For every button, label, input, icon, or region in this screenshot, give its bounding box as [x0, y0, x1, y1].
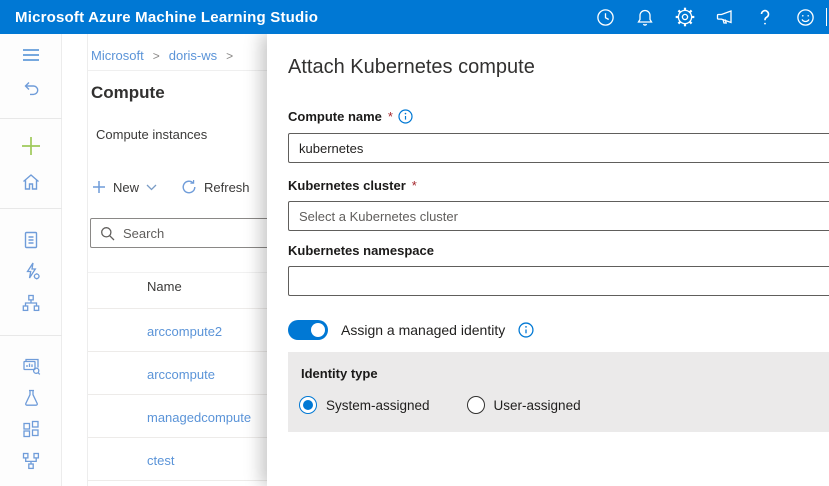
- required-asterisk: *: [412, 178, 417, 193]
- clock-icon[interactable]: [585, 0, 625, 34]
- topbar-icon-group: [585, 0, 827, 34]
- feedback-megaphone-icon[interactable]: [705, 0, 745, 34]
- required-asterisk: *: [388, 109, 393, 124]
- chevron-down-icon: [146, 184, 157, 191]
- info-icon[interactable]: [398, 109, 413, 124]
- breadcrumb: Microsoft > doris-ws >: [91, 48, 233, 63]
- home-icon[interactable]: [0, 167, 62, 195]
- automated-ml-icon[interactable]: [0, 257, 62, 285]
- kubernetes-namespace-input[interactable]: [288, 266, 829, 296]
- attach-kubernetes-compute-panel: Attach Kubernetes compute Compute name* …: [267, 34, 829, 486]
- notebooks-icon[interactable]: [0, 226, 62, 254]
- kubernetes-cluster-label-text: Kubernetes cluster: [288, 178, 406, 193]
- page-title: Compute: [91, 83, 165, 103]
- cluster-select-placeholder: Select a Kubernetes cluster: [299, 209, 458, 224]
- compute-row-link[interactable]: arccompute: [147, 367, 215, 382]
- rail-divider: [0, 335, 62, 336]
- table-header-name: Name: [147, 279, 182, 294]
- settings-gear-icon[interactable]: [665, 0, 705, 34]
- hamburger-menu-icon[interactable]: [0, 41, 62, 69]
- new-plus-icon[interactable]: [0, 132, 62, 160]
- compute-row-link[interactable]: arccompute2: [147, 324, 222, 339]
- undo-back-icon[interactable]: [0, 74, 62, 102]
- topbar-divider: [826, 8, 827, 26]
- kubernetes-cluster-label: Kubernetes cluster *: [288, 178, 417, 193]
- panel-title: Attach Kubernetes compute: [288, 56, 535, 79]
- breadcrumb-chevron: >: [153, 49, 160, 63]
- kubernetes-namespace-label-text: Kubernetes namespace: [288, 243, 434, 258]
- breadcrumb-workspace-link[interactable]: doris-ws: [169, 48, 217, 63]
- breadcrumb-chevron: >: [226, 49, 233, 63]
- refresh-button-label: Refresh: [204, 180, 250, 195]
- kubernetes-namespace-label: Kubernetes namespace: [288, 243, 434, 258]
- compute-name-input[interactable]: [288, 133, 829, 163]
- identity-type-section: Identity type System-assigned User-assig…: [288, 352, 829, 432]
- refresh-button[interactable]: Refresh: [181, 179, 250, 195]
- radio-system-assigned-label: System-assigned: [326, 398, 430, 413]
- compute-name-label-text: Compute name: [288, 109, 382, 124]
- managed-identity-toggle-label: Assign a managed identity: [341, 322, 505, 338]
- new-button[interactable]: New: [92, 180, 157, 195]
- compute-row-link[interactable]: ctest: [147, 453, 174, 468]
- radio-user-assigned-label: User-assigned: [494, 398, 581, 413]
- new-button-label: New: [113, 180, 139, 195]
- managed-identity-toggle-row: Assign a managed identity: [288, 320, 534, 340]
- identity-type-label: Identity type: [301, 366, 378, 381]
- managed-identity-toggle[interactable]: [288, 320, 328, 340]
- info-icon[interactable]: [518, 322, 534, 338]
- compute-row-link[interactable]: managedcompute: [147, 410, 251, 425]
- pipelines-orgchart-icon[interactable]: [0, 289, 62, 317]
- breadcrumb-directory-link[interactable]: Microsoft: [91, 48, 144, 63]
- components-grid-icon[interactable]: [0, 415, 62, 443]
- smiley-feedback-icon[interactable]: [785, 0, 825, 34]
- left-nav-rail: [0, 34, 62, 486]
- compute-tabs: Compute instances Co: [96, 127, 285, 142]
- toggle-knob: [311, 323, 325, 337]
- tab-compute-instances[interactable]: Compute instances: [96, 127, 207, 142]
- radio-user-assigned[interactable]: [467, 396, 485, 414]
- data-explore-icon[interactable]: [0, 352, 62, 380]
- kubernetes-cluster-select[interactable]: Select a Kubernetes cluster: [288, 201, 829, 231]
- pipeline-graph-icon[interactable]: [0, 447, 62, 475]
- list-toolbar: New Refresh: [92, 179, 250, 195]
- plus-icon: [92, 180, 106, 194]
- top-app-bar: Microsoft Azure Machine Learning Studio: [0, 0, 829, 34]
- content-left-border: [87, 34, 88, 486]
- app-title: Microsoft Azure Machine Learning Studio: [15, 9, 318, 26]
- search-icon: [100, 226, 115, 241]
- rail-divider: [0, 208, 62, 209]
- rail-divider: [0, 118, 62, 119]
- refresh-icon: [181, 179, 197, 195]
- notifications-bell-icon[interactable]: [625, 0, 665, 34]
- compute-name-label: Compute name *: [288, 109, 413, 124]
- experiments-flask-icon[interactable]: [0, 384, 62, 412]
- radio-system-assigned[interactable]: [299, 396, 317, 414]
- help-icon[interactable]: [745, 0, 785, 34]
- identity-type-radio-group: System-assigned User-assigned: [299, 396, 581, 414]
